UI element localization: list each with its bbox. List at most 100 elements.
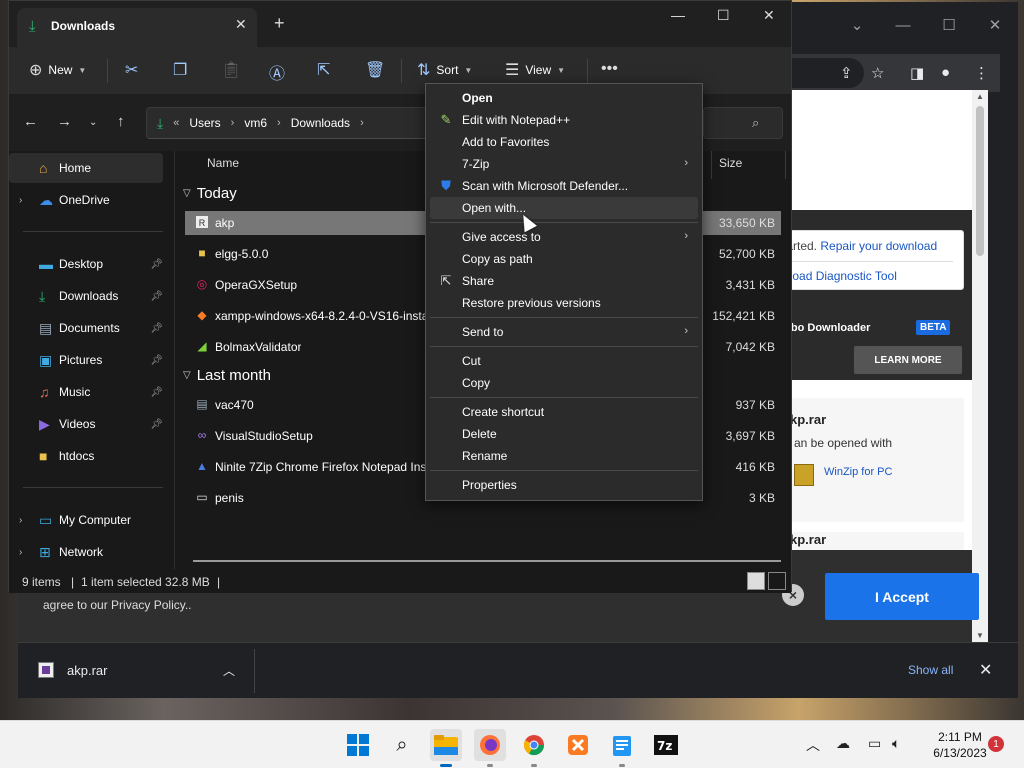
taskbar-xampp[interactable] [562,729,594,761]
new-tab-button[interactable]: + [274,13,285,34]
volume-icon[interactable]: 🔈︎ [892,735,900,752]
bookmark-star-icon[interactable]: ☆ [871,64,884,82]
new-button[interactable]: ⊕ New ▼ [29,60,86,80]
cut-button[interactable]: ✂ [125,60,138,80]
show-hidden-icons-chevron-icon[interactable]: ︿ [806,735,820,755]
accept-button[interactable]: I Accept [825,573,979,620]
chevron-right-icon[interactable]: › [19,547,33,558]
sidebar-item-network[interactable]: › ⊞ Network [9,537,163,567]
share-icon[interactable]: ⇪ [840,64,853,82]
menu-item-copy[interactable]: Copy [430,372,698,394]
more-options-button[interactable]: ••• [601,60,618,78]
browser-close-button[interactable]: ✕ [972,2,1018,48]
close-icon[interactable]: ✕ [979,660,992,680]
xampp-icon [568,735,588,755]
winzip-link[interactable]: WinZip for PC [824,466,892,478]
browser-menu-icon[interactable]: ⋮ [974,64,989,82]
menu-item-give-access[interactable]: Give access to › [430,226,698,248]
sidebar-item-desktop[interactable]: ▬ Desktop 📌︎ [9,249,163,279]
sidebar-item-documents[interactable]: ▤ Documents 📌︎ [9,313,163,343]
taskbar-chrome[interactable] [518,729,550,767]
menu-item-restore-versions[interactable]: Restore previous versions [430,292,698,314]
sidebar-item-my-computer[interactable]: › ▭ My Computer [9,505,163,535]
start-button[interactable] [342,729,374,761]
rename-toolbar-button[interactable]: Ⓐ [269,60,285,84]
web-scrollbar[interactable]: ▲ ▼ [972,90,988,642]
menu-item-open[interactable]: Open [430,87,698,109]
taskbar-7zip[interactable]: 7z [650,729,682,761]
taskbar-notepad[interactable] [606,729,638,767]
chevron-right-icon[interactable]: › [19,515,33,526]
menu-item-add-favorites[interactable]: Add to Favorites [430,131,698,153]
menu-item-copy-path[interactable]: Copy as path [430,248,698,270]
menu-item-notepadpp[interactable]: ✎ Edit with Notepad++ [430,109,698,131]
tiles-view-button[interactable] [768,572,786,590]
group-today[interactable]: ▽ Today [183,185,237,202]
menu-item-delete[interactable]: Delete [430,423,698,445]
sort-button[interactable]: ⇅ Sort ▼ [417,60,472,80]
document-icon: ▤ [39,319,53,336]
search-input[interactable]: ⌕ [703,107,783,139]
breadcrumb-vm6[interactable]: vm6 [244,116,267,130]
back-button[interactable]: ← [23,113,38,130]
maximize-button[interactable]: ☐ [717,7,730,24]
sidebar-item-onedrive[interactable]: › ☁ OneDrive [9,185,163,215]
sidebar-item-htdocs[interactable]: ■ htdocs [9,441,163,471]
network-status-icon[interactable]: ▭ [868,735,881,752]
paste-button[interactable]: 📋︎ [221,60,241,80]
notification-badge[interactable]: 1 [988,736,1004,752]
horizontal-scrollbar[interactable] [193,560,781,562]
tab-downloads[interactable]: ⤓ Downloads ✕ [17,8,257,47]
chevron-up-icon[interactable]: ︿ [223,662,235,679]
menu-item-scan-defender[interactable]: ⛊ Scan with Microsoft Defender... [430,175,698,197]
browser-tabs-dropdown-icon[interactable]: ⌄ [834,2,880,48]
side-panel-icon[interactable]: ◨ [910,64,924,82]
download-item[interactable]: akp.rar [67,663,107,678]
menu-item-create-shortcut[interactable]: Create shortcut [430,401,698,423]
breadcrumb-users[interactable]: Users [189,116,220,130]
cloud-offline-icon[interactable]: ☁ [836,735,850,752]
up-button[interactable]: ↑ [117,113,125,130]
sidebar-item-pictures[interactable]: ▣ Pictures 📌︎ [9,345,163,375]
menu-item-rename[interactable]: Rename [430,445,698,467]
menu-item-7zip[interactable]: 7-Zip › [430,153,698,175]
copy-button[interactable]: ❐ [173,60,187,80]
zip-folder-icon: ■ [198,246,206,260]
close-button[interactable]: ✕ [763,7,775,24]
menu-item-share[interactable]: ⇱ Share [430,270,698,292]
share-toolbar-button[interactable]: ⇱ [317,60,330,80]
sidebar-item-videos[interactable]: ▶ Videos 📌︎ [9,409,163,439]
menu-item-open-with[interactable]: Open with... [430,197,698,219]
diagnostic-tool-link[interactable]: nload Diagnostic Tool [783,269,897,283]
view-button[interactable]: ☰ View ▼ [505,60,565,80]
search-taskbar-button[interactable]: ⌕ [386,729,418,761]
forward-button[interactable]: → [57,113,72,130]
group-last-month[interactable]: ▽ Last month [183,367,271,384]
show-all-link[interactable]: Show all [908,663,953,677]
browser-maximize-button[interactable]: ☐ [926,2,972,48]
learn-more-button[interactable]: LEARN MORE [854,346,962,374]
browser-minimize-button[interactable]: — [880,2,926,48]
profile-icon[interactable]: ● [941,64,950,81]
address-bar[interactable]: ⤓ « Users › vm6 › Downloads › [146,107,438,139]
sidebar-item-downloads[interactable]: ⤓ Downloads 📌︎ [9,281,163,311]
chevron-right-icon[interactable]: › [19,195,33,206]
menu-item-send-to[interactable]: Send to › [430,321,698,343]
sidebar-item-music[interactable]: ♫ Music 📌︎ [9,377,163,407]
tab-close-icon[interactable]: ✕ [235,16,247,33]
scroll-up-icon[interactable]: ▲ [972,92,988,101]
scroll-down-icon[interactable]: ▼ [972,631,988,640]
recent-locations-icon[interactable]: ⌄ [89,117,97,128]
details-view-button[interactable] [747,572,765,590]
repair-download-link[interactable]: Repair your download [820,239,937,253]
menu-item-cut[interactable]: Cut [430,350,698,372]
taskbar-firefox[interactable] [474,729,506,767]
breadcrumb-downloads[interactable]: Downloads [291,116,350,130]
menu-item-properties[interactable]: Properties [430,474,698,496]
minimize-button[interactable]: — [671,7,685,23]
column-name[interactable]: Name [207,156,239,170]
delete-toolbar-button[interactable]: 🗑︎ [365,60,385,80]
column-size[interactable]: Size [719,156,742,170]
taskbar-file-explorer[interactable] [430,729,462,767]
sidebar-item-home[interactable]: ⌂ Home [9,153,163,183]
